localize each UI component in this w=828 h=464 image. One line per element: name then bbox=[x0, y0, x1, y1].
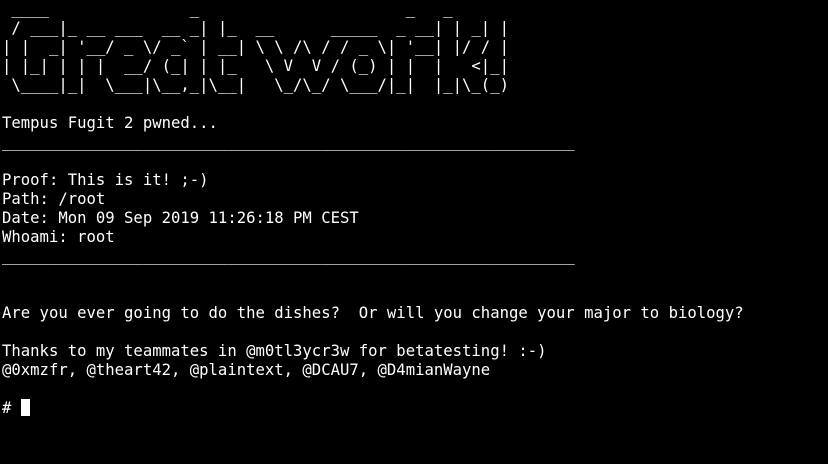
date-line: Date: Mon 09 Sep 2019 11:26:18 PM CEST bbox=[2, 209, 359, 227]
ascii-banner-line: \____|_| \___|\__,_|\__| \_/\_/ \___/|_|… bbox=[2, 76, 509, 94]
teammates-list: @0xmzfr, @theart42, @plaintext, @DCAU7, … bbox=[2, 361, 491, 379]
ascii-banner-line: | |_| | | | __/ (_| | |_ \ V V / (_) | |… bbox=[2, 57, 509, 75]
shell-prompt-line[interactable]: # bbox=[2, 399, 828, 418]
separator-line: ________________________________________… bbox=[2, 247, 575, 265]
ascii-banner-line: / ___|_ __ ___ __ _| |_ __ _____ _ __| |… bbox=[2, 19, 509, 37]
shell-prompt: # bbox=[2, 399, 21, 417]
proof-line: Proof: This is it! ;-) bbox=[2, 171, 209, 189]
separator-line: ________________________________________… bbox=[2, 133, 575, 151]
pwned-message: Tempus Fugit 2 pwned... bbox=[2, 114, 218, 132]
thanks-message: Thanks to my teammates in @m0tl3ycr3w fo… bbox=[2, 342, 547, 360]
terminal-window[interactable]: ____ _ _ _ / ___|_ __ ___ __ _| |_ __ __… bbox=[0, 0, 828, 464]
dishes-message: Are you ever going to do the dishes? Or … bbox=[2, 304, 744, 322]
whoami-line: Whoami: root bbox=[2, 228, 115, 246]
ascii-banner-line: ____ _ _ _ bbox=[2, 0, 491, 18]
text-cursor bbox=[20, 399, 30, 416]
path-line: Path: /root bbox=[2, 190, 106, 208]
ascii-banner-line: | | _| '__/ _ \/ _` | __| \ \ /\ / / _ \… bbox=[2, 38, 509, 56]
